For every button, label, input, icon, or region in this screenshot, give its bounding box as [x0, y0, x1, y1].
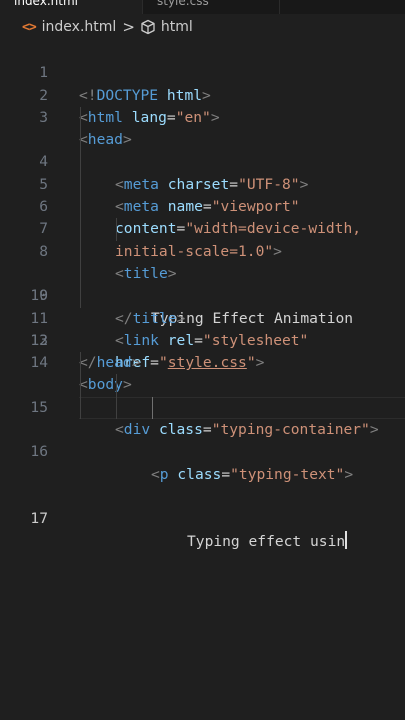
token: "typing-container"	[211, 421, 370, 439]
line-content: Typing effect usin	[187, 530, 348, 553]
indent-guide	[80, 240, 81, 263]
tab-label: style.css	[157, 0, 209, 8]
token: =	[221, 465, 231, 483]
breadcrumb: <> index.html > html	[22, 17, 193, 37]
breadcrumb-element[interactable]: html	[161, 19, 193, 35]
indent-guide	[80, 218, 81, 241]
tab-style-css[interactable]: style.css	[143, 0, 280, 14]
code-line: 3 <head>	[0, 85, 405, 148]
token: Typing effect usin	[187, 532, 346, 550]
token: div	[123, 421, 151, 439]
line-number: 17	[30, 510, 48, 528]
code-line: 13 </head>	[0, 308, 405, 371]
code-line: 2 <html lang="en">	[0, 62, 405, 126]
indent-guide	[116, 218, 117, 241]
line-content: <div class="typing-container">	[115, 419, 379, 441]
indent-guide	[80, 129, 81, 152]
code-line: 10 </title>	[0, 240, 405, 327]
code-line: 8 <title>	[0, 196, 405, 282]
token: class	[177, 465, 222, 483]
editor-tab-bar: index.html style.css	[0, 0, 405, 14]
code-line: 1 <!DOCTYPE html>	[0, 40, 405, 103]
tab-index-html[interactable]: index.html	[0, 0, 143, 14]
token: =	[202, 421, 212, 439]
code-line: 7 initial-scale=1.0">	[0, 173, 405, 260]
code-line: 12 href="style.css">	[0, 285, 405, 371]
token: "typing-text"	[230, 465, 345, 483]
cube-icon	[141, 19, 155, 35]
indent-guide	[80, 106, 81, 130]
code-line: 11 <link rel="stylesheet"	[0, 262, 405, 349]
indent-guide	[80, 196, 81, 219]
indent-guide-active	[152, 396, 153, 420]
token: class	[158, 421, 203, 439]
indent-guide	[80, 374, 81, 397]
indent-guide	[80, 262, 81, 286]
indent-guide	[80, 173, 81, 197]
current-line-highlight	[79, 396, 405, 420]
code-line: 16 <p class="typing-text">	[0, 374, 405, 483]
token: <	[151, 465, 160, 483]
text-cursor	[345, 530, 348, 549]
token: >	[369, 421, 379, 439]
code-line: 9 Typing Effect Animation	[0, 218, 405, 327]
code-line: 6 content="width=device-width,	[0, 151, 405, 237]
breadcrumb-file[interactable]: index.html	[42, 19, 117, 35]
indent-guide	[80, 352, 81, 375]
indent-guide	[116, 396, 117, 420]
tab-label: index.html	[14, 0, 78, 8]
code-line: 15 <div class="typing-container">	[0, 352, 405, 438]
code-line: 5 <meta name="viewport"	[0, 129, 405, 215]
indent-guide	[80, 396, 81, 420]
line-content: <p class="typing-text">	[151, 464, 353, 486]
indent-guide	[80, 285, 81, 308]
code-line: 14 <body>	[0, 330, 405, 393]
token: <	[115, 421, 124, 439]
breadcrumb-separator: >	[122, 18, 135, 36]
token: >	[344, 465, 354, 483]
code-editor[interactable]: 1 <!DOCTYPE html> 2 <html lang="en"> 3 <…	[0, 40, 405, 550]
html-file-icon: <>	[22, 19, 37, 35]
code-line: 4 <meta charset="UTF-8">	[0, 106, 405, 193]
indent-guide	[80, 151, 81, 174]
code-line-active[interactable]: 17 Typing effect usin	[0, 396, 405, 550]
indent-guide	[116, 374, 117, 397]
token: p	[159, 465, 169, 483]
